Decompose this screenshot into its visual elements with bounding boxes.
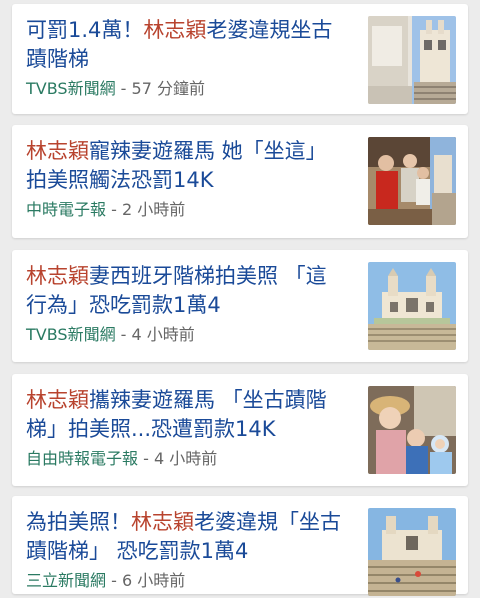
news-time: 6 小時前 bbox=[121, 571, 186, 590]
news-text: 林志穎攜辣妻遊羅馬 「坐古蹟階梯」拍美照...恐遭罰款14K 自由時報電子報 -… bbox=[26, 386, 346, 470]
news-text: 林志穎寵辣妻遊羅馬 她「坐這」拍美照觸法恐罰14K 中時電子報 - 2 小時前 bbox=[26, 137, 346, 221]
headline-highlight: 林志穎 bbox=[26, 264, 89, 288]
news-source[interactable]: 三立新聞網 bbox=[26, 571, 106, 590]
meta-separator: - bbox=[138, 449, 154, 468]
spanish-steps-photo-icon[interactable] bbox=[368, 16, 456, 104]
news-time: 2 小時前 bbox=[121, 200, 186, 219]
news-meta: TVBS新聞網 - 4 小時前 bbox=[26, 324, 346, 346]
news-card[interactable]: 可罰1.4萬！林志穎老婆違規坐古蹟階梯 TVBS新聞網 - 57 分鐘前 bbox=[12, 4, 468, 114]
news-source[interactable]: TVBS新聞網 bbox=[26, 79, 116, 98]
news-card[interactable]: 林志穎妻西班牙階梯拍美照 「這行為」恐吃罰款1萬4 TVBS新聞網 - 4 小時… bbox=[12, 250, 468, 362]
news-card[interactable]: 林志穎攜辣妻遊羅馬 「坐古蹟階梯」拍美照...恐遭罰款14K 自由時報電子報 -… bbox=[12, 374, 468, 486]
meta-separator: - bbox=[115, 79, 132, 98]
news-headline[interactable]: 林志穎寵辣妻遊羅馬 她「坐這」拍美照觸法恐罰14K bbox=[26, 137, 346, 195]
news-meta: 中時電子報 - 2 小時前 bbox=[26, 199, 346, 221]
news-source[interactable]: TVBS新聞網 bbox=[26, 325, 116, 344]
news-time: 4 小時前 bbox=[131, 325, 195, 344]
meta-separator: - bbox=[115, 325, 132, 344]
meta-separator: - bbox=[106, 200, 122, 219]
church-steps-photo-icon[interactable] bbox=[368, 262, 456, 350]
news-text: 可罰1.4萬！林志穎老婆違規坐古蹟階梯 TVBS新聞網 - 57 分鐘前 bbox=[26, 16, 346, 100]
news-headline[interactable]: 可罰1.4萬！林志穎老婆違規坐古蹟階梯 bbox=[26, 16, 346, 74]
meta-separator: - bbox=[106, 571, 122, 590]
news-headline[interactable]: 林志穎攜辣妻遊羅馬 「坐古蹟階梯」拍美照...恐遭罰款14K bbox=[26, 386, 346, 444]
headline-prefix: 可罰1.4萬！ bbox=[26, 18, 144, 42]
news-card[interactable]: 為拍美照！林志穎老婆違規「坐古蹟階梯」 恐吃罰款1萬4 三立新聞網 - 6 小時… bbox=[12, 496, 468, 596]
family-photo-icon[interactable] bbox=[368, 137, 456, 225]
trinita-steps-photo-icon[interactable] bbox=[368, 508, 456, 596]
news-meta: 自由時報電子報 - 4 小時前 bbox=[26, 448, 346, 470]
news-feed: 可罰1.4萬！林志穎老婆違規坐古蹟階梯 TVBS新聞網 - 57 分鐘前 林志穎… bbox=[0, 0, 480, 598]
news-source[interactable]: 中時電子報 bbox=[26, 200, 106, 219]
news-card[interactable]: 林志穎寵辣妻遊羅馬 她「坐這」拍美照觸法恐罰14K 中時電子報 - 2 小時前 bbox=[12, 125, 468, 238]
news-source[interactable]: 自由時報電子報 bbox=[26, 449, 138, 468]
news-meta: TVBS新聞網 - 57 分鐘前 bbox=[26, 78, 346, 100]
headline-highlight: 林志穎 bbox=[26, 388, 89, 412]
woman-child-photo-icon[interactable] bbox=[368, 386, 456, 474]
news-time: 57 分鐘前 bbox=[131, 79, 205, 98]
news-headline[interactable]: 為拍美照！林志穎老婆違規「坐古蹟階梯」 恐吃罰款1萬4 bbox=[26, 508, 346, 566]
headline-prefix: 為拍美照！ bbox=[26, 510, 131, 534]
news-meta: 三立新聞網 - 6 小時前 bbox=[26, 570, 346, 592]
news-text: 林志穎妻西班牙階梯拍美照 「這行為」恐吃罰款1萬4 TVBS新聞網 - 4 小時… bbox=[26, 262, 346, 346]
headline-highlight: 林志穎 bbox=[131, 510, 194, 534]
news-time: 4 小時前 bbox=[153, 449, 218, 468]
headline-highlight: 林志穎 bbox=[143, 18, 207, 42]
news-text: 為拍美照！林志穎老婆違規「坐古蹟階梯」 恐吃罰款1萬4 三立新聞網 - 6 小時… bbox=[26, 508, 346, 592]
news-headline[interactable]: 林志穎妻西班牙階梯拍美照 「這行為」恐吃罰款1萬4 bbox=[26, 262, 346, 320]
headline-highlight: 林志穎 bbox=[26, 139, 89, 163]
